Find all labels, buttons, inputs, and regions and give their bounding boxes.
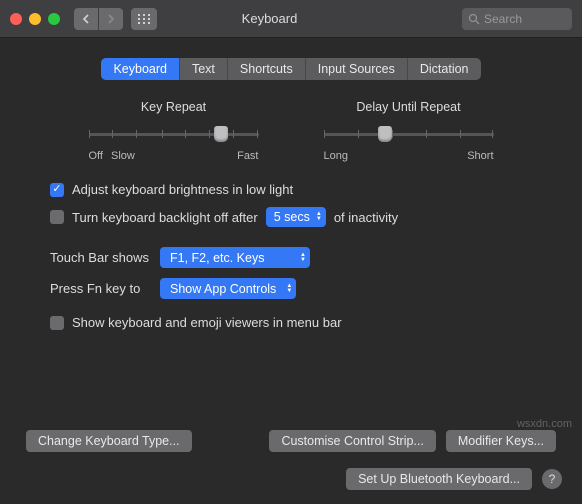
key-repeat-slow-label: Slow <box>111 150 135 162</box>
titlebar: Keyboard Search <box>0 0 582 38</box>
touch-bar-value: F1, F2, etc. Keys <box>170 251 264 265</box>
chevron-updown-icon: ▲▼ <box>286 284 292 294</box>
backlight-off-time-select[interactable]: 5 secs ▲▼ <box>266 207 326 227</box>
window-controls <box>10 13 60 25</box>
backlight-off-pre-label: Turn keyboard backlight off after <box>72 210 258 225</box>
delay-repeat-slider[interactable]: Delay Until Repeat Long Short <box>324 100 494 162</box>
search-field[interactable]: Search <box>462 8 572 30</box>
tab-shortcuts[interactable]: Shortcuts <box>228 58 306 80</box>
press-fn-value: Show App Controls <box>170 282 276 296</box>
customise-control-strip-button[interactable]: Customise Control Strip... <box>269 430 435 452</box>
touch-bar-label: Touch Bar shows <box>50 250 150 265</box>
tab-keyboard[interactable]: Keyboard <box>101 58 180 80</box>
key-repeat-thumb[interactable] <box>214 126 228 142</box>
delay-long-label: Long <box>324 150 348 162</box>
key-repeat-off-label: Off <box>89 150 103 162</box>
key-repeat-fast-label: Fast <box>237 150 258 162</box>
backlight-off-value: 5 secs <box>274 210 310 224</box>
maximize-icon[interactable] <box>48 13 60 25</box>
press-fn-select[interactable]: Show App Controls ▲▼ <box>160 278 296 299</box>
key-repeat-label: Key Repeat <box>89 100 259 114</box>
key-repeat-slider[interactable]: Key Repeat Off Slow Fast <box>89 100 259 162</box>
adjust-brightness-label: Adjust keyboard brightness in low light <box>72 182 293 197</box>
show-viewers-label: Show keyboard and emoji viewers in menu … <box>72 315 342 330</box>
tab-dictation[interactable]: Dictation <box>408 58 481 80</box>
search-placeholder: Search <box>484 12 522 26</box>
window-title: Keyboard <box>85 11 454 26</box>
content: Keyboard Text Shortcuts Input Sources Di… <box>0 38 582 330</box>
delay-repeat-label: Delay Until Repeat <box>324 100 494 114</box>
search-icon <box>468 13 480 25</box>
press-fn-label: Press Fn key to <box>50 281 150 296</box>
touch-bar-select[interactable]: F1, F2, etc. Keys ▲▼ <box>160 247 310 268</box>
backlight-off-checkbox[interactable] <box>50 210 64 224</box>
tab-bar: Keyboard Text Shortcuts Input Sources Di… <box>26 58 556 80</box>
show-viewers-checkbox[interactable] <box>50 316 64 330</box>
minimize-icon[interactable] <box>29 13 41 25</box>
adjust-brightness-checkbox[interactable] <box>50 183 64 197</box>
help-button[interactable]: ? <box>542 469 562 489</box>
delay-repeat-thumb[interactable] <box>378 126 392 142</box>
chevron-updown-icon: ▲▼ <box>316 212 322 222</box>
setup-bluetooth-keyboard-button[interactable]: Set Up Bluetooth Keyboard... <box>346 468 532 490</box>
watermark: wsxdn.com <box>517 418 572 430</box>
delay-short-label: Short <box>467 150 493 162</box>
footer: Set Up Bluetooth Keyboard... ? <box>346 468 562 490</box>
tab-text[interactable]: Text <box>180 58 228 80</box>
change-keyboard-type-button[interactable]: Change Keyboard Type... <box>26 430 192 452</box>
modifier-keys-button[interactable]: Modifier Keys... <box>446 430 556 452</box>
close-icon[interactable] <box>10 13 22 25</box>
bottom-button-row: Change Keyboard Type... Customise Contro… <box>26 430 556 452</box>
backlight-off-post-label: of inactivity <box>334 210 398 225</box>
tab-input-sources[interactable]: Input Sources <box>306 58 408 80</box>
chevron-updown-icon: ▲▼ <box>300 253 306 263</box>
